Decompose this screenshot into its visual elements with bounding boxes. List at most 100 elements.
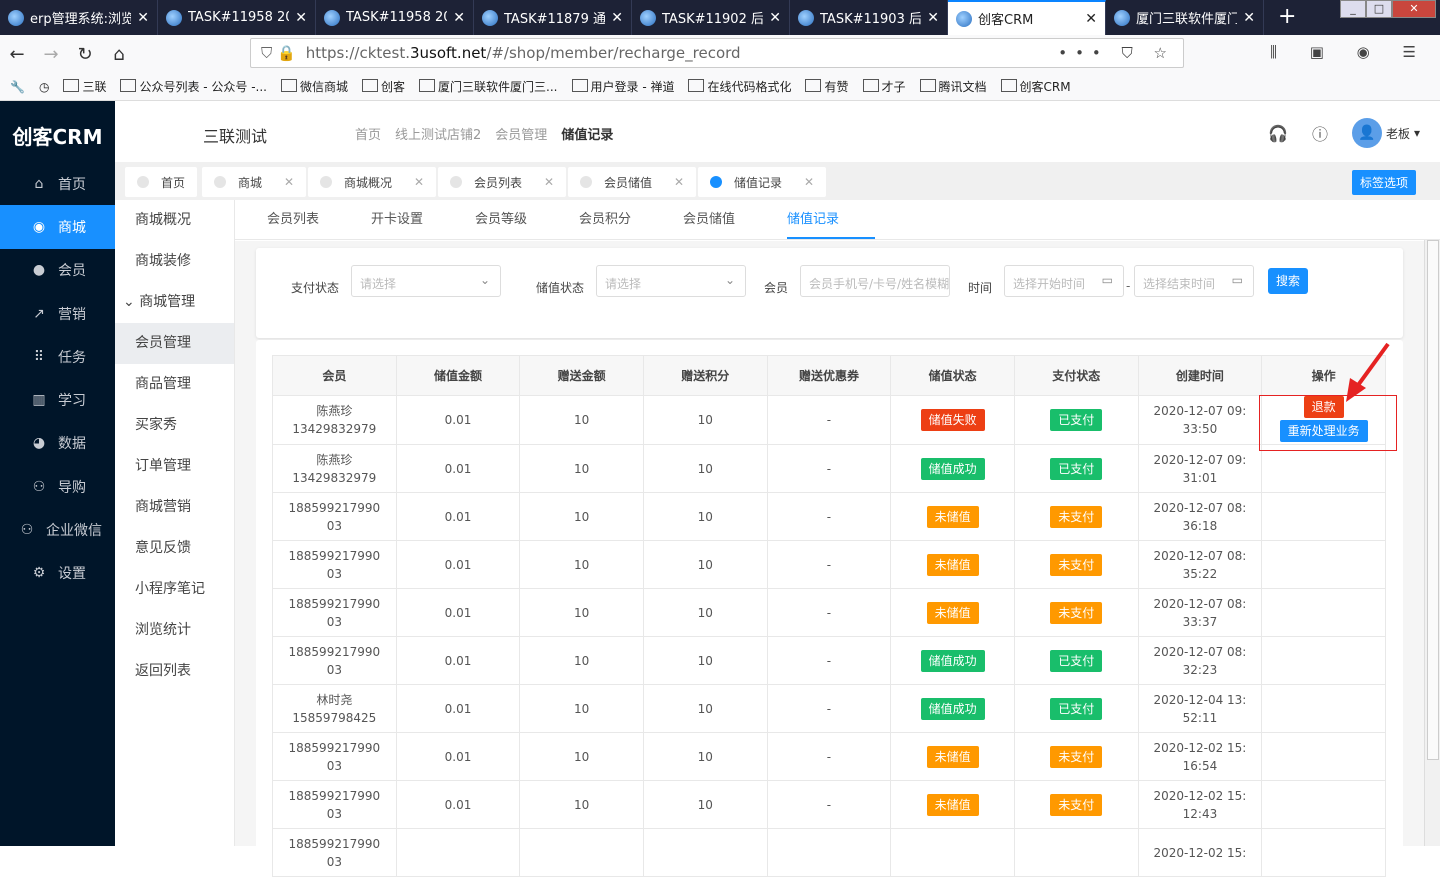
close-icon[interactable]: ✕ <box>414 175 424 189</box>
close-icon[interactable]: ✕ <box>544 175 554 189</box>
tag-item[interactable]: 商城概况 ✕ <box>308 167 437 197</box>
submenu-item[interactable]: ⌄ 商城管理 <box>115 282 234 323</box>
page-actions-icon[interactable]: ••• ⛉ ☆ <box>1058 44 1175 62</box>
close-icon[interactable]: ✕ <box>611 10 623 26</box>
tab-5[interactable]: 储值记录 <box>787 200 875 239</box>
tag-options-button[interactable]: 标签选项 <box>1351 170 1416 195</box>
sidebar-item-6[interactable]: ◕ 数据 <box>0 422 115 465</box>
sidebar-item-5[interactable]: ▥ 学习 <box>0 378 115 421</box>
scrollbar[interactable] <box>1424 240 1440 846</box>
status-dot-icon <box>710 176 722 188</box>
minimize-button[interactable]: _ <box>1340 0 1366 18</box>
bookmark-item[interactable]: 创客CRM <box>1001 78 1071 95</box>
member-cell: 陈燕珍 13429832979 <box>272 395 397 445</box>
bookmark-item[interactable]: 用户登录 - 禅道 <box>572 78 675 95</box>
close-icon[interactable]: ✕ <box>1243 10 1255 26</box>
sidebar-item-1[interactable]: ◉ 商城 <box>0 205 115 249</box>
breadcrumb-item[interactable]: 线上测试店铺2 <box>395 124 481 143</box>
browser-tab[interactable]: TASK#11879 通联 ✕ <box>474 0 632 35</box>
tag-item[interactable]: 首页 <box>125 167 198 197</box>
close-window-button[interactable]: ✕ <box>1392 0 1436 18</box>
headset-icon[interactable]: 🎧 <box>1268 124 1288 143</box>
submenu-item[interactable]: 意见反馈 <box>115 528 234 569</box>
browser-tab[interactable]: 厦门三联软件厦门 ✕ <box>1106 0 1264 35</box>
submenu-item[interactable]: 浏览统计 <box>115 610 234 651</box>
search-button[interactable]: 搜索 <box>1268 268 1308 294</box>
browser-tab[interactable]: erp管理系统:浏览 ✕ <box>0 0 158 35</box>
close-icon[interactable]: ✕ <box>1085 11 1097 27</box>
forward-icon[interactable]: → <box>34 44 68 65</box>
tab-3[interactable]: 会员积分 <box>579 200 683 239</box>
url-bar[interactable]: ⛉ 🔒 https://cktest. 3usoft.net/#/shop/mem… <box>250 38 1184 68</box>
browser-tab[interactable]: 创客CRM ✕ <box>948 0 1106 35</box>
created-cell: 2020-12-07 09: 31:01 <box>1137 444 1263 493</box>
bookmark-item[interactable]: 在线代码格式化 <box>688 78 791 95</box>
store-status-select[interactable]: 请选择 ⌄ <box>596 265 746 297</box>
sidebar-item-9[interactable]: ⚙ 设置 <box>0 552 115 595</box>
submenu-item[interactable]: 返回列表 <box>115 651 234 692</box>
breadcrumb-item[interactable]: 首页 <box>355 124 381 143</box>
bookmark-item[interactable]: 微信商城 <box>281 78 348 95</box>
sidebar-item-0[interactable]: ⌂ 首页 <box>0 162 115 205</box>
close-icon[interactable]: ✕ <box>674 175 684 189</box>
breadcrumb-item[interactable]: 会员管理 <box>495 124 547 143</box>
sidebar-item-8[interactable]: ⚇ 企业微信 <box>0 508 115 551</box>
maximize-button[interactable]: □ <box>1366 0 1392 18</box>
toolbar-icons[interactable]: ⫼ ▣ ◉ ☰ <box>1270 43 1430 61</box>
wrench-icon[interactable]: 🔧 <box>10 80 25 94</box>
history-icon[interactable]: ◷ <box>39 80 49 94</box>
tag-item[interactable]: 储值记录 ✕ <box>698 167 827 197</box>
tab-1[interactable]: 开卡设置 <box>371 200 475 239</box>
user-menu[interactable]: 👤 老板 ▾ <box>1351 118 1420 148</box>
pay-status-select[interactable]: 请选择 ⌄ <box>351 265 501 297</box>
sidebar-item-3[interactable]: ↗ 营销 <box>0 292 115 335</box>
browser-tab[interactable]: TASK#11958 202 ✕ <box>158 0 316 35</box>
submenu-item[interactable]: 商品管理 <box>115 364 234 405</box>
help-icon[interactable]: ⓘ <box>1312 121 1328 145</box>
tab-2[interactable]: 会员等级 <box>475 200 579 239</box>
submenu-item[interactable]: 买家秀 <box>115 405 234 446</box>
submenu-item[interactable]: 订单管理 <box>115 446 234 487</box>
start-time-input[interactable]: 选择开始时间 ▭ <box>1004 265 1124 297</box>
member-phone: 03 <box>326 614 342 629</box>
new-tab-button[interactable]: + <box>1264 0 1310 35</box>
tab-0[interactable]: 会员列表 <box>267 200 371 239</box>
member-input[interactable]: 会员手机号/卡号/姓名模糊 <box>800 265 950 297</box>
close-icon[interactable]: ✕ <box>804 175 814 189</box>
close-icon[interactable]: ✕ <box>927 10 939 26</box>
close-icon[interactable]: ✕ <box>769 10 781 26</box>
browser-tab[interactable]: TASK#11903 后台 ✕ <box>790 0 948 35</box>
back-icon[interactable]: ← <box>0 44 34 65</box>
browser-tab[interactable]: TASK#11958 202 ✕ <box>316 0 474 35</box>
url-prefix: https://cktest. <box>305 44 410 62</box>
close-icon[interactable]: ✕ <box>453 10 465 26</box>
reload-icon[interactable]: ↻ <box>68 44 102 65</box>
submenu-item[interactable]: 商城概况 <box>115 200 234 241</box>
tag-item[interactable]: 商城 ✕ <box>202 167 307 197</box>
submenu-item[interactable]: 会员管理 <box>115 323 234 364</box>
submenu-item[interactable]: 商城营销 <box>115 487 234 528</box>
bookmark-item[interactable]: 三联 <box>63 78 106 95</box>
close-icon[interactable]: ✕ <box>284 175 294 189</box>
bookmark-item[interactable]: 才子 <box>863 78 906 95</box>
sidebar-item-4[interactable]: ⠿ 任务 <box>0 335 115 378</box>
tag-item[interactable]: 会员储值 ✕ <box>568 167 697 197</box>
bookmark-item[interactable]: 有赞 <box>805 78 848 95</box>
scrollbar-thumb[interactable] <box>1427 240 1439 760</box>
sidebar-item-7[interactable]: ⚇ 导购 <box>0 465 115 508</box>
close-icon[interactable]: ✕ <box>295 10 307 26</box>
browser-tab[interactable]: TASK#11902 后台 ✕ <box>632 0 790 35</box>
sidebar-item-2[interactable]: ● 会员 <box>0 249 115 292</box>
close-icon[interactable]: ✕ <box>137 10 149 26</box>
bookmark-item[interactable]: 公众号列表 - 公众号 -... <box>120 78 267 95</box>
tag-item[interactable]: 会员列表 ✕ <box>438 167 567 197</box>
bookmark-item[interactable]: 腾讯文档 <box>920 78 987 95</box>
created-time: 36:18 <box>1182 518 1218 533</box>
submenu-item[interactable]: 商城装修 <box>115 241 234 282</box>
bookmark-item[interactable]: 创客 <box>362 78 405 95</box>
bookmark-item[interactable]: 厦门三联软件厦门三... <box>419 78 557 95</box>
end-time-input[interactable]: 选择结束时间 ▭ <box>1134 265 1254 297</box>
submenu-item[interactable]: 小程序笔记 <box>115 569 234 610</box>
home-icon[interactable]: ⌂ <box>102 44 136 65</box>
tab-4[interactable]: 会员储值 <box>683 200 787 239</box>
